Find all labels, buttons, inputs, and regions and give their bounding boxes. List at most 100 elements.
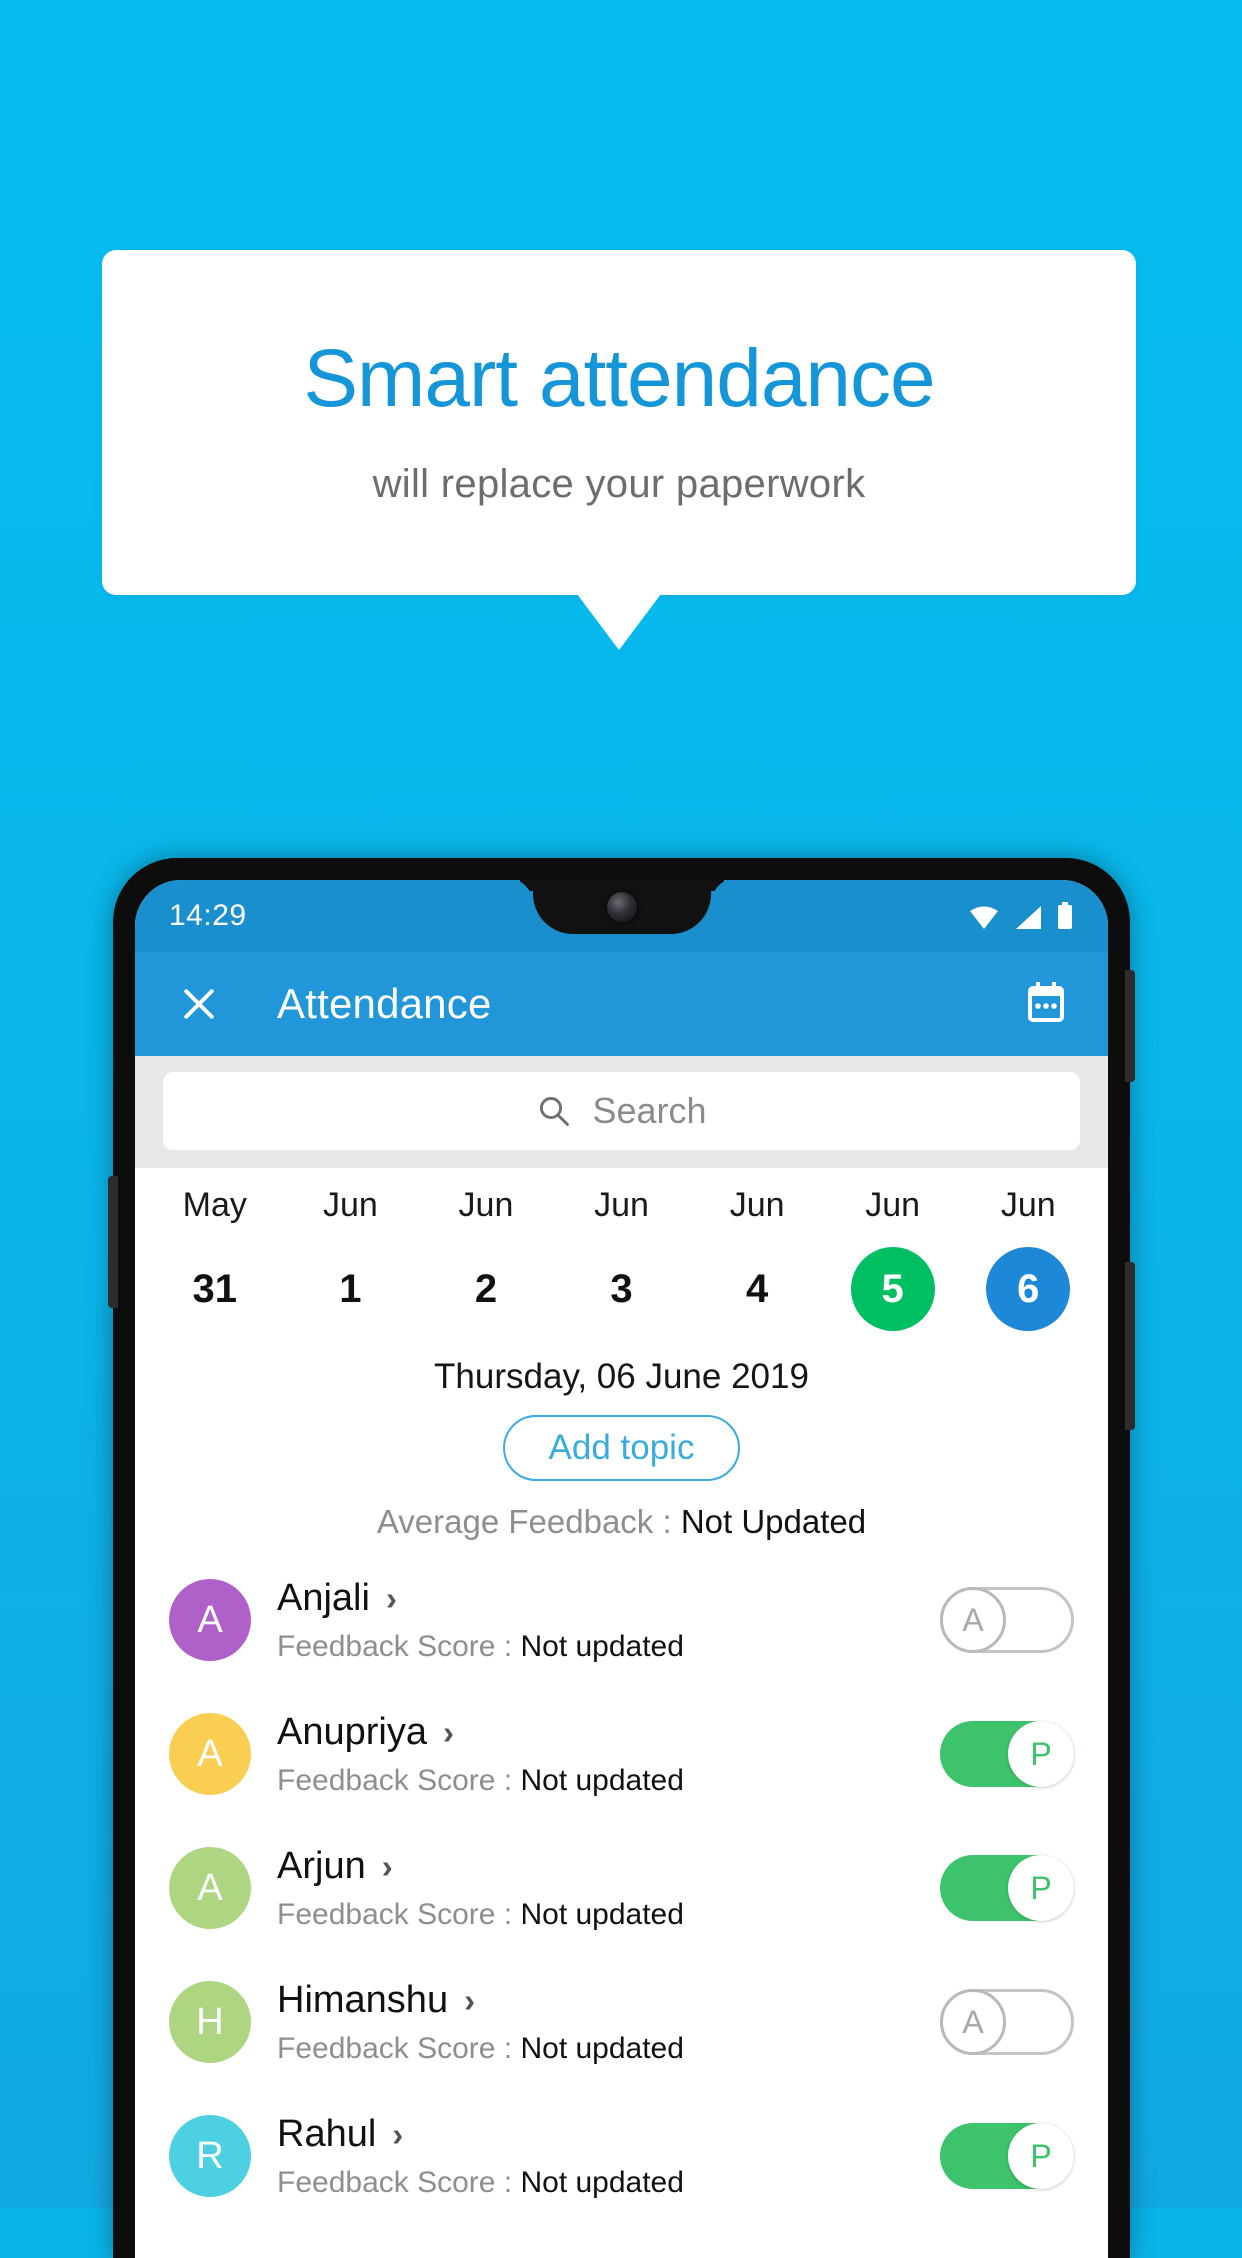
add-topic-button[interactable]: Add topic: [502, 1415, 741, 1481]
student-feedback-score: Feedback Score : Not updated: [277, 1898, 940, 1932]
student-row[interactable]: A Arjun › Feedback Score : Not updated P: [135, 1821, 1108, 1955]
feedback-score-value: Not updated: [520, 2031, 684, 2065]
average-feedback-value: Not Updated: [680, 1503, 867, 1540]
status-time: 14:29: [169, 899, 247, 932]
date-day-number[interactable]: 3: [580, 1247, 664, 1331]
student-name-row[interactable]: Anjali ›: [277, 1577, 940, 1620]
feedback-score-label: Feedback Score :: [277, 2165, 521, 2199]
attendance-toggle[interactable]: P: [940, 1855, 1074, 1921]
date-cell[interactable]: Jun 5: [825, 1186, 961, 1331]
student-row[interactable]: A Anjali › Feedback Score : Not updated A: [135, 1553, 1108, 1687]
search-input[interactable]: Search: [163, 1072, 1080, 1150]
attendance-toggle-knob: P: [1008, 1855, 1074, 1921]
chevron-right-icon[interactable]: ›: [382, 1850, 393, 1883]
student-row[interactable]: R Rahul › Feedback Score : Not updated P: [135, 2089, 1108, 2223]
chevron-right-icon[interactable]: ›: [392, 2118, 403, 2151]
student-feedback-score: Feedback Score : Not updated: [277, 2032, 940, 2066]
student-name-row[interactable]: Himanshu ›: [277, 1979, 940, 2022]
feedback-score-value: Not updated: [520, 1763, 684, 1797]
student-info: Arjun › Feedback Score : Not updated: [277, 1845, 940, 1932]
phone-left-button[interactable]: [108, 1176, 118, 1308]
date-cell[interactable]: May 31: [147, 1186, 283, 1331]
phone-notch: [532, 880, 711, 934]
feedback-score-label: Feedback Score :: [277, 1763, 521, 1797]
average-feedback-label: Average Feedback :: [376, 1503, 681, 1540]
promo-title: Smart attendance: [303, 333, 935, 424]
student-info: Anupriya › Feedback Score : Not updated: [277, 1711, 940, 1798]
chevron-right-icon[interactable]: ›: [443, 1716, 454, 1749]
student-info: Rahul › Feedback Score : Not updated: [277, 2113, 940, 2200]
front-camera: [606, 892, 637, 922]
date-day-number[interactable]: 4: [715, 1247, 799, 1331]
date-cell[interactable]: Jun 6: [960, 1186, 1096, 1331]
date-day-number[interactable]: 5: [850, 1247, 935, 1331]
search-bar-container: Search: [135, 1056, 1108, 1168]
date-strip: May 31 Jun 1 Jun 2 Jun 3 Jun 4 Jun 5 Jun 6: [135, 1168, 1108, 1337]
app-screen: 14:29 Attendance Search May 31 Jun 1 Jun…: [135, 880, 1108, 2258]
feedback-score-value: Not updated: [520, 2165, 684, 2199]
battery-icon: [1058, 902, 1072, 929]
student-feedback-score: Feedback Score : Not updated: [277, 1764, 940, 1798]
date-month-label: Jun: [458, 1186, 514, 1224]
status-icons: [968, 902, 1074, 930]
wifi-icon: [970, 906, 998, 929]
student-info: Himanshu › Feedback Score : Not updated: [277, 1979, 940, 2066]
feedback-score-label: Feedback Score :: [277, 1897, 521, 1931]
date-month-label: Jun: [594, 1186, 649, 1224]
date-month-label: Jun: [729, 1186, 785, 1224]
student-name: Himanshu: [277, 1978, 449, 2021]
avatar: R: [169, 2115, 251, 2197]
chevron-right-icon[interactable]: ›: [464, 1984, 475, 2017]
feedback-score-value: Not updated: [520, 1629, 684, 1663]
close-icon[interactable]: [173, 978, 225, 1030]
page-title: Attendance: [277, 980, 492, 1027]
avatar: A: [169, 1847, 251, 1929]
date-month-label: Jun: [865, 1186, 921, 1224]
date-cell[interactable]: Jun 1: [283, 1186, 419, 1331]
student-info: Anjali › Feedback Score : Not updated: [277, 1577, 940, 1664]
attendance-toggle[interactable]: A: [940, 1989, 1074, 2055]
date-day-number[interactable]: 31: [173, 1247, 257, 1331]
date-month-label: Jun: [322, 1186, 378, 1224]
avatar: A: [169, 1713, 251, 1795]
feedback-score-value: Not updated: [520, 1897, 684, 1931]
student-name: Arjun: [277, 1844, 366, 1887]
student-name-row[interactable]: Arjun ›: [277, 1845, 940, 1888]
student-feedback-score: Feedback Score : Not updated: [277, 1630, 940, 1664]
feedback-score-label: Feedback Score :: [277, 1629, 521, 1663]
student-row[interactable]: A Anupriya › Feedback Score : Not updated P: [135, 1687, 1108, 1821]
date-day-number[interactable]: 6: [986, 1247, 1071, 1331]
calendar-icon[interactable]: [1022, 980, 1070, 1028]
date-month-label: Jun: [1000, 1186, 1056, 1224]
student-name-row[interactable]: Rahul ›: [277, 2113, 940, 2156]
student-list: A Anjali › Feedback Score : Not updated A A An…: [135, 1553, 1108, 2223]
attendance-toggle-knob: A: [940, 1989, 1006, 2055]
average-feedback: Average Feedback : Not Updated: [135, 1503, 1108, 1541]
attendance-toggle-knob: P: [1008, 2123, 1074, 2189]
add-topic-container: Add topic: [135, 1415, 1108, 1481]
phone-device-frame: 14:29 Attendance Search May 31 Jun 1 Jun…: [108, 858, 1135, 2258]
date-cell[interactable]: Jun 3: [554, 1186, 690, 1331]
chevron-right-icon[interactable]: ›: [386, 1582, 397, 1615]
student-name-row[interactable]: Anupriya ›: [277, 1711, 940, 1754]
attendance-toggle[interactable]: P: [940, 2123, 1074, 2189]
feedback-score-label: Feedback Score :: [277, 2031, 521, 2065]
avatar: A: [169, 1579, 251, 1661]
date-cell[interactable]: Jun 4: [689, 1186, 825, 1331]
search-placeholder: Search: [592, 1090, 707, 1131]
attendance-toggle-knob: A: [940, 1587, 1006, 1653]
promo-subtitle: will replace your paperwork: [372, 462, 866, 506]
student-name: Anupriya: [277, 1710, 427, 1753]
student-row[interactable]: H Himanshu › Feedback Score : Not updated A: [135, 1955, 1108, 2089]
student-feedback-score: Feedback Score : Not updated: [277, 2166, 940, 2200]
search-icon: [540, 1096, 570, 1126]
date-cell[interactable]: Jun 2: [418, 1186, 554, 1331]
attendance-toggle[interactable]: A: [940, 1587, 1074, 1653]
date-day-number[interactable]: 2: [444, 1247, 528, 1331]
phone-volume-button[interactable]: [1125, 1262, 1135, 1430]
promo-card: Smart attendance will replace your paper…: [102, 250, 1136, 595]
attendance-toggle[interactable]: P: [940, 1721, 1074, 1787]
date-day-number[interactable]: 1: [308, 1247, 392, 1331]
student-name: Rahul: [277, 2112, 377, 2155]
phone-power-button[interactable]: [1125, 970, 1135, 1082]
